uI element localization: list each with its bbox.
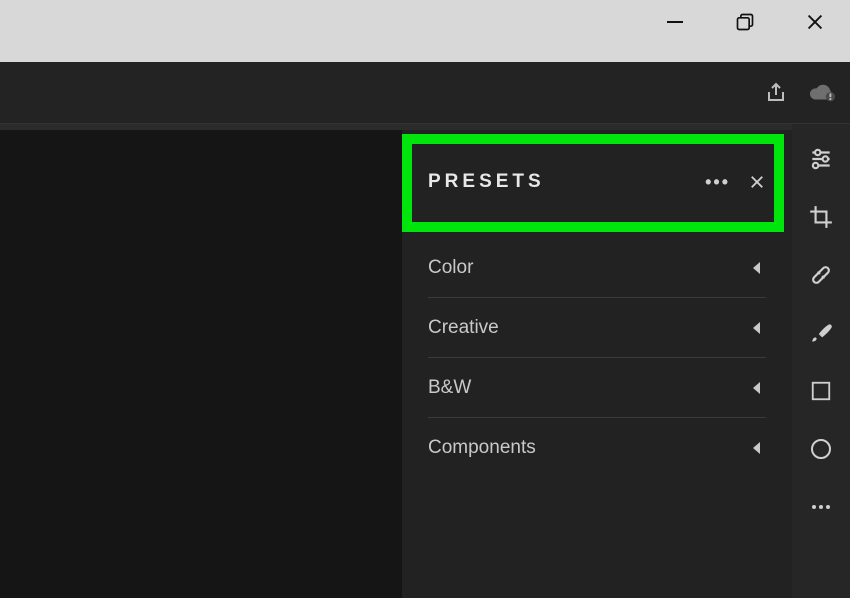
- workspace: PRESETS ••• Color Creative: [0, 124, 850, 598]
- crop-icon: [808, 204, 834, 230]
- preset-group-bw[interactable]: B&W: [428, 358, 766, 418]
- bandage-icon: [808, 262, 834, 288]
- sliders-icon: [808, 146, 834, 172]
- presets-panel: PRESETS ••• Color Creative: [402, 124, 792, 598]
- app-toolbar: [0, 62, 850, 124]
- collapse-icon: [753, 442, 760, 454]
- close-icon: [804, 11, 826, 33]
- close-icon: [748, 173, 766, 191]
- cloud-sync-button[interactable]: [808, 79, 836, 107]
- preset-group-label: Creative: [428, 317, 499, 339]
- panel-close-button[interactable]: [748, 173, 766, 191]
- close-window-button[interactable]: [780, 8, 850, 36]
- more-tools-button[interactable]: [806, 492, 836, 522]
- preset-group-label: Color: [428, 257, 473, 279]
- healing-tool[interactable]: [806, 260, 836, 290]
- share-icon: [764, 81, 788, 105]
- minimize-button[interactable]: [640, 8, 710, 36]
- preset-group-color[interactable]: Color: [428, 238, 766, 298]
- preset-group-components[interactable]: Components: [428, 418, 766, 478]
- preset-group-label: B&W: [428, 377, 471, 399]
- cloud-icon: [808, 81, 836, 105]
- edit-sliders-tool[interactable]: [806, 144, 836, 174]
- preset-group-label: Components: [428, 437, 536, 459]
- maximize-icon: [735, 12, 755, 32]
- panel-more-button[interactable]: •••: [705, 172, 730, 193]
- right-tool-rail: [792, 124, 850, 598]
- share-button[interactable]: [762, 79, 790, 107]
- collapse-icon: [753, 382, 760, 394]
- brush-icon: [808, 320, 834, 346]
- collapse-icon: [753, 322, 760, 334]
- crop-tool[interactable]: [806, 202, 836, 232]
- presets-list: Color Creative B&W Components: [422, 238, 772, 478]
- panel-title: PRESETS: [428, 171, 545, 193]
- more-icon: [809, 495, 833, 519]
- maximize-button[interactable]: [710, 8, 780, 36]
- square-icon: [810, 380, 832, 402]
- brush-tool[interactable]: [806, 318, 836, 348]
- canvas-area: [0, 124, 402, 598]
- minimize-icon: [663, 10, 687, 34]
- linear-gradient-tool[interactable]: [806, 376, 836, 406]
- window-titlebar: [0, 0, 850, 62]
- collapse-icon: [753, 262, 760, 274]
- circle-icon: [809, 437, 833, 461]
- preset-group-creative[interactable]: Creative: [428, 298, 766, 358]
- presets-header: PRESETS •••: [422, 150, 772, 214]
- radial-gradient-tool[interactable]: [806, 434, 836, 464]
